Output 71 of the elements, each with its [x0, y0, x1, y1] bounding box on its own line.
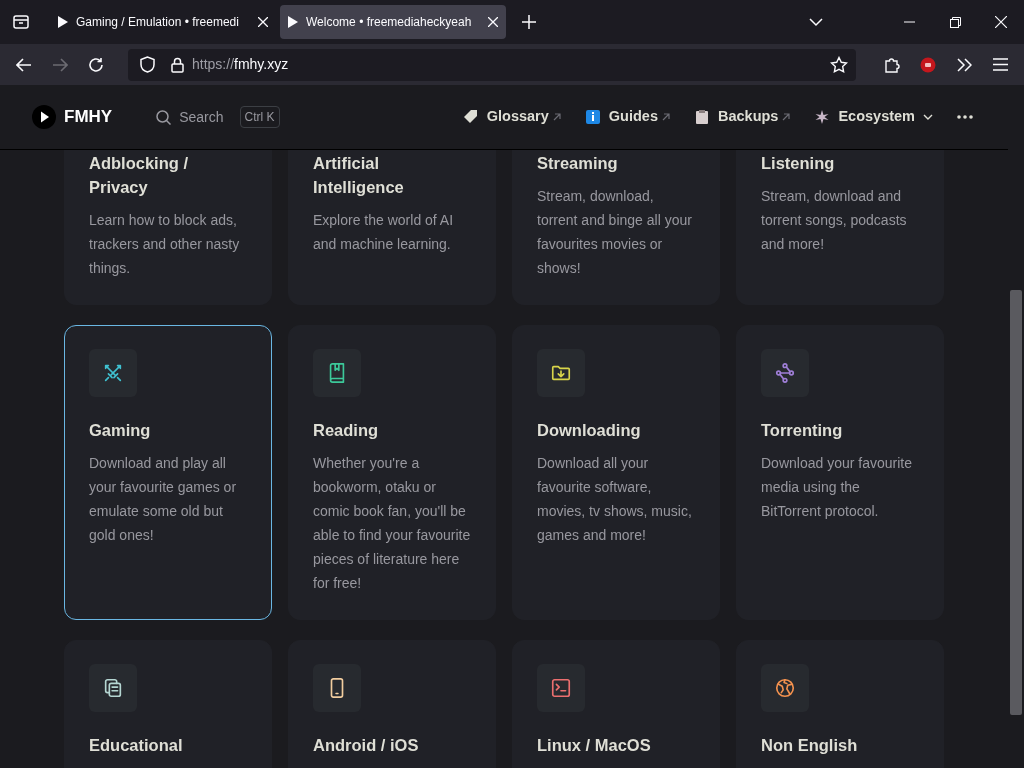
close-icon[interactable] [995, 16, 1007, 28]
bookmark-star-icon[interactable] [830, 55, 848, 74]
close-tab-icon[interactable] [258, 17, 268, 27]
sparkle-icon [814, 109, 831, 125]
search-button[interactable]: Search Ctrl K [156, 106, 280, 128]
clipboard-icon [693, 109, 710, 125]
play-logo-icon[interactable] [32, 105, 56, 129]
tag-icon [462, 109, 479, 125]
card-title: Adblocking / Privacy [89, 153, 189, 198]
scrollbar-thumb[interactable] [1010, 290, 1022, 715]
category-card[interactable]: Torrenting Download your favourite media using the BitTorrent protocol. [736, 325, 944, 620]
card-title: Non English [761, 735, 859, 756]
card-description: Download all your favourite software, movies, tv shows, music, games and more! [537, 454, 693, 545]
minimize-icon[interactable] [903, 21, 915, 23]
lock-icon [171, 56, 184, 73]
more-dots-icon[interactable] [957, 115, 973, 119]
plus-icon[interactable] [522, 15, 536, 29]
keyboard-shortcut: Ctrl K [239, 106, 280, 128]
category-card[interactable]: Android / iOS [288, 640, 496, 768]
url-text: https://fmhy.xyz [192, 55, 289, 74]
category-card[interactable]: Downloading Download all your favourite software, movies, tv shows, music, games and more! [512, 325, 720, 620]
back-arrow-icon[interactable] [16, 57, 32, 72]
tab-list-icon[interactable] [12, 13, 30, 31]
card-title: Artificial Intelligence [313, 153, 405, 198]
nav-link[interactable]: Glossary [462, 106, 561, 128]
play-favicon-icon [288, 16, 298, 28]
card-description: Download your favourite media using the BitTorrent protocol. [761, 454, 913, 521]
browser-tab[interactable]: Gaming / Emulation • freemedi [50, 5, 276, 39]
address-field[interactable]: https://fmhy.xyz [128, 48, 856, 81]
shield-icon [140, 56, 155, 73]
card-title: Linux / MacOS [537, 735, 652, 756]
card-title: Educational [89, 735, 184, 756]
reload-icon[interactable] [88, 56, 104, 73]
card-title: Torrenting [761, 420, 844, 441]
close-tab-icon[interactable] [488, 17, 498, 27]
card-title: Streaming [537, 153, 619, 174]
play-favicon-icon [58, 16, 68, 28]
chevron-down-icon [923, 114, 933, 120]
nav-link[interactable]: Guides [584, 106, 670, 128]
card-title: Downloading [537, 420, 642, 441]
category-card[interactable]: Streaming Stream, download, torrent and binge all your favourites movies or shows! [512, 150, 720, 305]
category-card[interactable]: Listening Stream, download and torrent songs, podcasts and more! [736, 150, 944, 305]
category-card[interactable]: Artificial Intelligence Explore the world of AI and machine learning. [288, 150, 496, 305]
category-card[interactable]: Educational [64, 640, 272, 768]
card-description: Whether you're a bookworm, otaku or comic book fan, you'll be able to find your favourite pieces of literature here for free! [313, 454, 471, 593]
card-title: Gaming [89, 420, 152, 441]
card-description: Learn how to block ads, trackers and other nasty things. [89, 211, 241, 278]
card-title: Listening [761, 153, 836, 174]
card-description: Stream, download and torrent songs, podcasts and more! [761, 187, 908, 254]
external-link-icon [552, 113, 561, 121]
card-description: Stream, download, torrent and binge all your favourites movies or shows! [537, 187, 693, 278]
nav-link[interactable]: Ecosystem [814, 106, 933, 128]
forward-arrow-icon[interactable] [52, 57, 68, 72]
category-card[interactable]: Gaming Download and play all your favourite games or emulate some old but gold ones! [64, 325, 272, 620]
site-logo-text[interactable]: FMHY [64, 104, 113, 130]
external-link-icon [661, 113, 670, 121]
category-card[interactable]: Reading Whether you're a bookworm, otaku or comic book fan, you'll be able to find your favourite pieces of literature here for free! [288, 325, 496, 620]
external-link-icon [782, 113, 791, 121]
card-description: Explore the world of AI and machine learning. [313, 211, 455, 254]
search-icon [156, 109, 172, 125]
category-card[interactable]: Linux / MacOS [512, 640, 720, 768]
category-card[interactable]: Adblocking / Privacy Learn how to block ads, trackers and other nasty things. [64, 150, 272, 305]
card-description: Download and play all your favourite games or emulate some old but gold ones! [89, 454, 238, 545]
nav-link[interactable]: Backups [693, 106, 791, 128]
card-title: Android / iOS [313, 735, 420, 756]
category-card[interactable]: Non English [736, 640, 944, 768]
card-title: Reading [313, 420, 380, 441]
restore-icon[interactable] [949, 16, 961, 28]
info-icon [584, 109, 601, 125]
browser-tab[interactable]: Welcome • freemediaheckyeah [280, 5, 506, 39]
search-placeholder: Search [179, 107, 224, 127]
